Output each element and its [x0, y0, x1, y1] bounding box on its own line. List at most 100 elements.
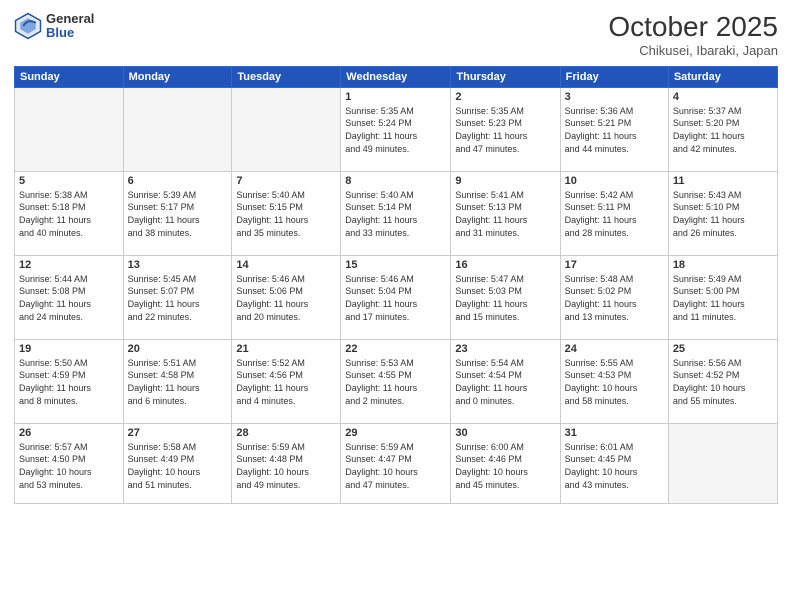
day-number: 25 — [673, 343, 773, 355]
calendar-cell: 14Sunrise: 5:46 AM Sunset: 5:06 PM Dayli… — [232, 255, 341, 339]
calendar-week-4: 19 Sunrise: 5:50 AM Sunset: 4:59 PM Dayli… — [15, 339, 778, 423]
calendar-cell: 7Sunrise: 5:40 AM Sunset: 5:15 PM Daylig… — [232, 171, 341, 255]
col-friday: Friday — [560, 66, 668, 87]
day-number: 1 — [345, 91, 446, 103]
month-title: October 2025 — [608, 12, 778, 43]
day-number: 8 — [345, 175, 446, 187]
day-info: Sunrise: 5:46 AM Sunset: 5:04 PM Dayligh… — [345, 273, 446, 323]
day-info: Sunrise: 5:44 AM Sunset: 5:08 PM Dayligh… — [19, 273, 119, 323]
day-info: Sunrise: 5:43 AM Sunset: 5:10 PM Dayligh… — [673, 189, 773, 239]
day-number: 10 — [565, 175, 664, 187]
day-number: 28 — [236, 427, 336, 439]
col-saturday: Saturday — [668, 66, 777, 87]
calendar-cell: 2 Sunrise: 5:35 AM Sunset: 5:23 PM Daylig… — [451, 87, 560, 171]
col-tuesday: Tuesday — [232, 66, 341, 87]
logo-text: General Blue — [46, 12, 94, 41]
day-number: 24 — [565, 343, 664, 355]
calendar-cell: 28 Sunrise: 5:59 AM Sunset: 4:48 PM Dayli… — [232, 423, 341, 503]
calendar-cell: 22Sunrise: 5:53 AM Sunset: 4:55 PM Dayli… — [341, 339, 451, 423]
calendar-cell: 31Sunrise: 6:01 AM Sunset: 4:45 PM Dayli… — [560, 423, 668, 503]
day-info: Sunrise: 5:46 AM Sunset: 5:06 PM Dayligh… — [236, 273, 336, 323]
day-number: 9 — [455, 175, 555, 187]
calendar-cell: 1 Sunrise: 5:35 AM Sunset: 5:24 PM Daylig… — [341, 87, 451, 171]
calendar-week-3: 12Sunrise: 5:44 AM Sunset: 5:08 PM Dayli… — [15, 255, 778, 339]
day-number: 20 — [128, 343, 228, 355]
day-number: 6 — [128, 175, 228, 187]
calendar-table: Sunday Monday Tuesday Wednesday Thursday… — [14, 66, 778, 504]
day-number: 13 — [128, 259, 228, 271]
calendar-cell: 20 Sunrise: 5:51 AM Sunset: 4:58 PM Dayli… — [123, 339, 232, 423]
day-number: 11 — [673, 175, 773, 187]
day-number: 3 — [565, 91, 664, 103]
day-number: 30 — [455, 427, 555, 439]
day-info: Sunrise: 5:59 AM Sunset: 4:48 PM Dayligh… — [236, 441, 336, 491]
day-info: Sunrise: 5:41 AM Sunset: 5:13 PM Dayligh… — [455, 189, 555, 239]
day-info: Sunrise: 5:50 AM Sunset: 4:59 PM Dayligh… — [19, 357, 119, 407]
header: General Blue October 2025 Chikusei, Ibar… — [14, 12, 778, 58]
logo-blue-text: Blue — [46, 26, 94, 40]
calendar-cell: 29 Sunrise: 5:59 AM Sunset: 4:47 PM Dayli… — [341, 423, 451, 503]
day-info: Sunrise: 5:47 AM Sunset: 5:03 PM Dayligh… — [455, 273, 555, 323]
logo: General Blue — [14, 12, 94, 41]
day-number: 15 — [345, 259, 446, 271]
logo-general-text: General — [46, 12, 94, 26]
title-block: October 2025 Chikusei, Ibaraki, Japan — [608, 12, 778, 58]
day-info: Sunrise: 5:52 AM Sunset: 4:56 PM Dayligh… — [236, 357, 336, 407]
calendar-cell: 27 Sunrise: 5:58 AM Sunset: 4:49 PM Dayli… — [123, 423, 232, 503]
calendar-cell — [232, 87, 341, 171]
calendar-cell: 13 Sunrise: 5:45 AM Sunset: 5:07 PM Dayli… — [123, 255, 232, 339]
calendar-cell: 10 Sunrise: 5:42 AM Sunset: 5:11 PM Dayli… — [560, 171, 668, 255]
day-info: Sunrise: 5:56 AM Sunset: 4:52 PM Dayligh… — [673, 357, 773, 407]
calendar-cell — [123, 87, 232, 171]
header-row: Sunday Monday Tuesday Wednesday Thursday… — [15, 66, 778, 87]
day-info: Sunrise: 6:01 AM Sunset: 4:45 PM Dayligh… — [565, 441, 664, 491]
day-info: Sunrise: 5:59 AM Sunset: 4:47 PM Dayligh… — [345, 441, 446, 491]
day-info: Sunrise: 5:45 AM Sunset: 5:07 PM Dayligh… — [128, 273, 228, 323]
day-info: Sunrise: 5:40 AM Sunset: 5:14 PM Dayligh… — [345, 189, 446, 239]
day-number: 29 — [345, 427, 446, 439]
day-info: Sunrise: 5:42 AM Sunset: 5:11 PM Dayligh… — [565, 189, 664, 239]
col-thursday: Thursday — [451, 66, 560, 87]
calendar-cell: 23 Sunrise: 5:54 AM Sunset: 4:54 PM Dayli… — [451, 339, 560, 423]
calendar-week-5: 26Sunrise: 5:57 AM Sunset: 4:50 PM Dayli… — [15, 423, 778, 503]
col-wednesday: Wednesday — [341, 66, 451, 87]
calendar-cell: 25 Sunrise: 5:56 AM Sunset: 4:52 PM Dayli… — [668, 339, 777, 423]
day-number: 27 — [128, 427, 228, 439]
day-info: Sunrise: 5:55 AM Sunset: 4:53 PM Dayligh… — [565, 357, 664, 407]
day-number: 21 — [236, 343, 336, 355]
day-number: 23 — [455, 343, 555, 355]
day-number: 19 — [19, 343, 119, 355]
day-info: Sunrise: 5:35 AM Sunset: 5:23 PM Dayligh… — [455, 105, 555, 155]
subtitle: Chikusei, Ibaraki, Japan — [608, 43, 778, 58]
calendar-cell: 21 Sunrise: 5:52 AM Sunset: 4:56 PM Dayli… — [232, 339, 341, 423]
calendar-week-2: 5 Sunrise: 5:38 AM Sunset: 5:18 PM Daylig… — [15, 171, 778, 255]
calendar-cell: 12Sunrise: 5:44 AM Sunset: 5:08 PM Dayli… — [15, 255, 124, 339]
calendar-cell: 9 Sunrise: 5:41 AM Sunset: 5:13 PM Daylig… — [451, 171, 560, 255]
calendar-cell: 16Sunrise: 5:47 AM Sunset: 5:03 PM Dayli… — [451, 255, 560, 339]
calendar-cell: 24 Sunrise: 5:55 AM Sunset: 4:53 PM Dayli… — [560, 339, 668, 423]
day-number: 2 — [455, 91, 555, 103]
day-info: Sunrise: 5:58 AM Sunset: 4:49 PM Dayligh… — [128, 441, 228, 491]
calendar-cell: 3 Sunrise: 5:36 AM Sunset: 5:21 PM Daylig… — [560, 87, 668, 171]
col-monday: Monday — [123, 66, 232, 87]
day-info: Sunrise: 5:51 AM Sunset: 4:58 PM Dayligh… — [128, 357, 228, 407]
day-number: 4 — [673, 91, 773, 103]
calendar-cell: 15 Sunrise: 5:46 AM Sunset: 5:04 PM Dayli… — [341, 255, 451, 339]
day-info: Sunrise: 5:54 AM Sunset: 4:54 PM Dayligh… — [455, 357, 555, 407]
calendar-cell — [668, 423, 777, 503]
calendar-cell: 19 Sunrise: 5:50 AM Sunset: 4:59 PM Dayli… — [15, 339, 124, 423]
day-number: 5 — [19, 175, 119, 187]
calendar-week-1: 1 Sunrise: 5:35 AM Sunset: 5:24 PM Daylig… — [15, 87, 778, 171]
calendar-cell: 8 Sunrise: 5:40 AM Sunset: 5:14 PM Daylig… — [341, 171, 451, 255]
calendar-cell: 26Sunrise: 5:57 AM Sunset: 4:50 PM Dayli… — [15, 423, 124, 503]
day-info: Sunrise: 5:35 AM Sunset: 5:24 PM Dayligh… — [345, 105, 446, 155]
calendar-cell: 5 Sunrise: 5:38 AM Sunset: 5:18 PM Daylig… — [15, 171, 124, 255]
day-info: Sunrise: 5:36 AM Sunset: 5:21 PM Dayligh… — [565, 105, 664, 155]
logo-icon — [14, 12, 42, 40]
calendar-cell: 11 Sunrise: 5:43 AM Sunset: 5:10 PM Dayli… — [668, 171, 777, 255]
day-number: 22 — [345, 343, 446, 355]
calendar-cell: 30Sunrise: 6:00 AM Sunset: 4:46 PM Dayli… — [451, 423, 560, 503]
day-info: Sunrise: 5:38 AM Sunset: 5:18 PM Dayligh… — [19, 189, 119, 239]
day-info: Sunrise: 5:40 AM Sunset: 5:15 PM Dayligh… — [236, 189, 336, 239]
calendar-cell: 18Sunrise: 5:49 AM Sunset: 5:00 PM Dayli… — [668, 255, 777, 339]
